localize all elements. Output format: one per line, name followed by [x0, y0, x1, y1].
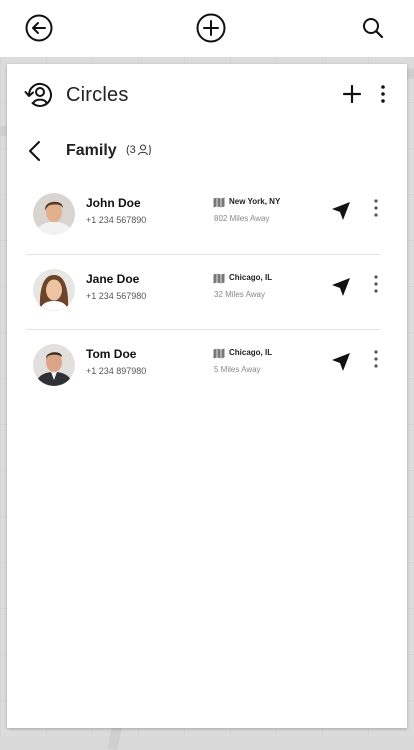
more-options-icon[interactable]	[372, 198, 380, 218]
back-button[interactable]	[24, 13, 54, 43]
map-icon	[213, 348, 225, 359]
group-header: Family (3	[7, 134, 407, 168]
member-row[interactable]: Jane Doe +1 234 567980 Chicago, IL 32 Mi…	[25, 253, 381, 328]
navigate-icon[interactable]	[331, 277, 351, 297]
circle-plus-icon	[196, 13, 226, 43]
more-options-icon[interactable]	[372, 274, 380, 294]
member-row[interactable]: Tom Doe +1 234 897980 Chicago, IL 5 Mile…	[25, 328, 381, 403]
more-options-icon[interactable]	[372, 349, 380, 369]
member-name: Jane Doe	[86, 272, 140, 286]
member-distance: 802 Miles Away	[214, 214, 270, 223]
circle-user-refresh-icon	[24, 82, 52, 107]
member-name: John Doe	[86, 196, 141, 210]
member-city: Chicago, IL	[229, 273, 273, 282]
chevron-left-icon[interactable]	[25, 140, 45, 162]
member-phone: +1 234 897980	[86, 366, 147, 376]
group-name: Family	[66, 142, 117, 159]
avatar	[33, 193, 75, 235]
map-icon	[213, 273, 225, 284]
search-button[interactable]	[358, 13, 388, 43]
panel-header: Circles	[7, 64, 407, 126]
add-circle-button[interactable]	[342, 84, 362, 104]
search-icon	[363, 18, 384, 39]
avatar	[33, 269, 75, 311]
navigate-icon[interactable]	[331, 201, 351, 221]
avatar	[33, 344, 75, 386]
map-icon	[213, 197, 225, 208]
top-bar	[0, 0, 414, 57]
member-row[interactable]: John Doe +1 234 567890 New York, NY 802 …	[25, 177, 381, 252]
member-city: New York, NY	[229, 197, 281, 206]
member-phone: +1 234 567890	[86, 215, 147, 225]
circles-panel: Circles Family (3 John Doe +1 234 567890…	[7, 64, 407, 728]
member-distance: 5 Miles Away	[214, 365, 261, 374]
group-member-count: (3	[126, 144, 151, 156]
member-distance: 32 Miles Away	[214, 290, 265, 299]
people-icon	[137, 144, 151, 156]
page-title: Circles	[66, 84, 129, 106]
member-name: Tom Doe	[86, 347, 137, 361]
more-options-icon[interactable]	[375, 84, 391, 104]
navigate-icon[interactable]	[331, 352, 351, 372]
circle-arrow-left-icon	[25, 14, 53, 42]
add-button[interactable]	[196, 13, 226, 43]
group-count-text: (3	[126, 144, 136, 156]
member-city: Chicago, IL	[229, 348, 273, 357]
member-phone: +1 234 567980	[86, 291, 147, 301]
